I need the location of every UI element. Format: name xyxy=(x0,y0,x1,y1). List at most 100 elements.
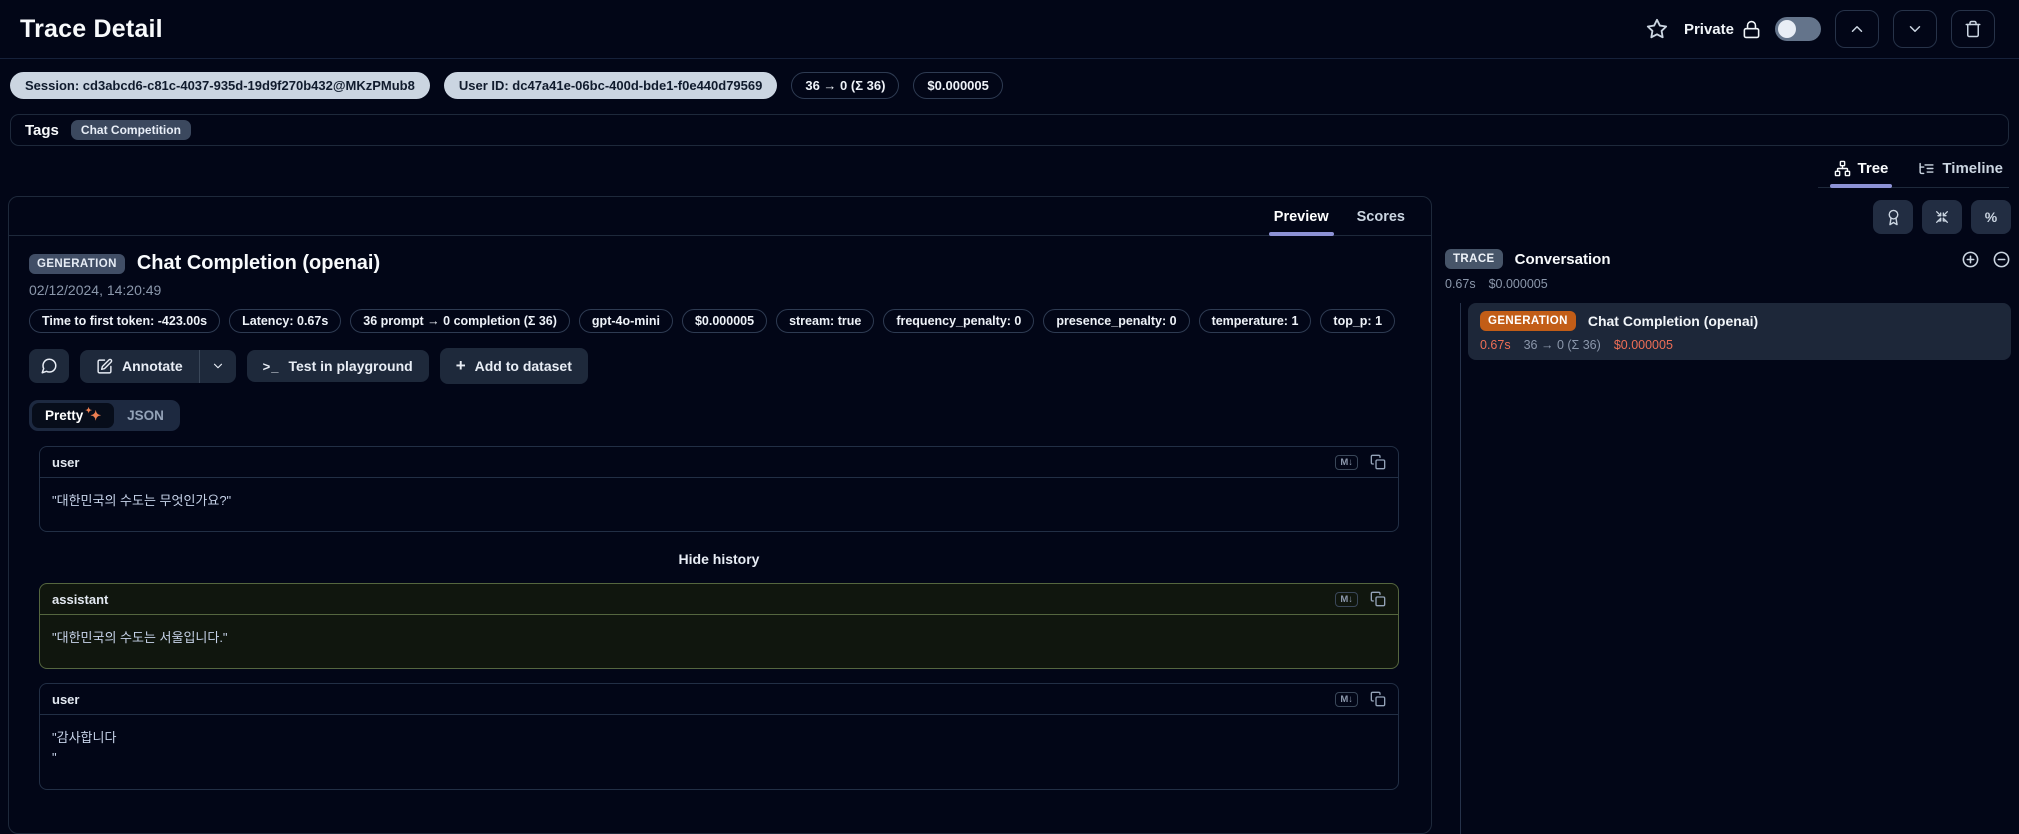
total-cost-badge: $0.000005 xyxy=(913,72,1003,99)
timeline-icon xyxy=(1918,160,1935,177)
badge-model[interactable]: gpt-4o-mini xyxy=(578,309,673,333)
collapse-tree-button[interactable] xyxy=(1922,200,1962,234)
tab-tree[interactable]: Tree xyxy=(1829,160,1893,188)
message-content: "대한민국의 수도는 무엇인가요?" xyxy=(52,493,232,508)
message-role: user xyxy=(52,454,80,470)
message-assistant: assistant M↓ "대한민국의 수도는 서울입니다." xyxy=(39,583,1399,670)
add-to-dataset-button[interactable]: + Add to dataset xyxy=(439,348,588,384)
add-to-dataset-label: Add to dataset xyxy=(474,358,572,374)
sparkle-small: ✦ xyxy=(85,405,92,415)
scores-toggle-button[interactable] xyxy=(1873,200,1913,234)
collapse-all-button[interactable] xyxy=(1992,250,2011,269)
badge-top-p: top_p: 1 xyxy=(1320,309,1396,333)
annotate-dropdown-button[interactable] xyxy=(199,349,236,383)
test-in-playground-button[interactable]: >_ Test in playground xyxy=(246,350,429,382)
badge-presence-penalty: presence_penalty: 0 xyxy=(1043,309,1190,333)
badge-cost: $0.000005 xyxy=(681,309,768,333)
tab-pretty[interactable]: Pretty ✦ ✦ xyxy=(32,403,115,428)
observation-type-badge: GENERATION xyxy=(29,253,125,274)
generation-latency: 0.67s xyxy=(1480,338,1511,352)
bookmark-button[interactable] xyxy=(1644,16,1670,42)
message-header: user M↓ xyxy=(40,447,1398,478)
tab-timeline[interactable]: Timeline xyxy=(1918,160,2003,177)
observation-timestamp: 02/12/2024, 14:20:49 xyxy=(29,282,162,298)
message-content: "감사합니다 " xyxy=(52,730,117,766)
collapse-icon xyxy=(1934,209,1950,225)
markdown-toggle-icon[interactable]: M↓ xyxy=(1335,591,1358,607)
copy-button[interactable] xyxy=(1370,691,1386,707)
topbar: Trace Detail Private xyxy=(0,0,2019,58)
meta-row: Session: cd3abcd6-c81c-4037-935d-19d9f27… xyxy=(0,59,2019,99)
circle-minus-icon xyxy=(1992,250,2011,269)
markdown-toggle-icon[interactable]: M↓ xyxy=(1335,691,1358,707)
trace-tree-sidebar: % TRACE Conversation 0.67s $0.000005 GEN… xyxy=(1445,196,2011,834)
message-header: assistant M↓ xyxy=(40,584,1398,616)
observation-header: GENERATION Chat Completion (openai) 02/1… xyxy=(9,236,1431,431)
comment-icon xyxy=(40,357,58,375)
chevron-down-icon xyxy=(211,359,225,373)
panel-tabs: Preview Scores xyxy=(9,197,1431,236)
circle-plus-icon xyxy=(1961,250,1980,269)
observation-badges: Time to first token: -423.00s Latency: 0… xyxy=(29,309,1411,333)
copy-button[interactable] xyxy=(1370,454,1386,470)
badge-latency: Latency: 0.67s xyxy=(229,309,342,333)
lock-icon xyxy=(1742,20,1761,39)
plus-icon: + xyxy=(455,356,466,375)
generation-type-badge: GENERATION xyxy=(1480,311,1576,331)
generation-tree-item[interactable]: GENERATION Chat Completion (openai) 0.67… xyxy=(1468,303,2011,360)
trace-type-badge: TRACE xyxy=(1445,249,1503,269)
generation-metrics: 0.67s 36 → 0 (Σ 36) $0.000005 xyxy=(1480,338,1999,352)
hide-history-button[interactable]: Hide history xyxy=(39,551,1399,567)
playground-label: Test in playground xyxy=(288,358,413,374)
tree-icon xyxy=(1834,160,1851,177)
page-title: Trace Detail xyxy=(20,14,163,43)
sparkles-icon: ✦ ✦ xyxy=(85,406,101,423)
trace-cost: $0.000005 xyxy=(1488,277,1548,291)
tree-children: GENERATION Chat Completion (openai) 0.67… xyxy=(1445,303,2011,834)
token-usage-badge: 36 → 0 (Σ 36) xyxy=(791,72,900,99)
message-role: user xyxy=(52,691,80,707)
toggle-knob xyxy=(1778,20,1796,38)
comments-button[interactable] xyxy=(29,349,69,383)
message-user-1: user M↓ "대한민국의 수도는 무엇인가요?" xyxy=(39,446,1399,533)
privacy-label: Private xyxy=(1684,20,1761,39)
tab-preview[interactable]: Preview xyxy=(1268,209,1334,236)
markdown-toggle-icon[interactable]: M↓ xyxy=(1335,454,1358,470)
award-icon xyxy=(1885,209,1902,226)
message-tools: M↓ xyxy=(1335,591,1386,607)
trace-latency: 0.67s xyxy=(1445,277,1476,291)
badge-temperature: temperature: 1 xyxy=(1198,309,1312,333)
messages-list: user M↓ "대한민국의 수도는 무엇인가요?" Hide history xyxy=(9,446,1431,790)
tag-chip[interactable]: Chat Competition xyxy=(70,120,191,140)
expand-all-button[interactable] xyxy=(1961,250,1980,269)
annotate-button[interactable]: Annotate xyxy=(80,349,199,383)
user-id-badge[interactable]: User ID: dc47a41e-06bc-400d-bde1-f0e440d… xyxy=(443,72,778,99)
trace-root-row[interactable]: TRACE Conversation xyxy=(1445,249,2011,269)
tags-container[interactable]: Tags Chat Competition xyxy=(10,114,2009,146)
session-badge[interactable]: Session: cd3abcd6-c81c-4037-935d-19d9f27… xyxy=(10,72,430,99)
message-header: user M↓ xyxy=(40,684,1398,716)
trace-root-metrics: 0.67s $0.000005 xyxy=(1445,277,2011,291)
trace-title: Conversation xyxy=(1514,250,1611,268)
public-toggle[interactable] xyxy=(1775,17,1821,41)
privacy-text: Private xyxy=(1683,20,1734,38)
observation-panel: Preview Scores GENERATION Chat Completio… xyxy=(8,196,1432,834)
previous-trace-button[interactable] xyxy=(1835,10,1879,48)
copy-button[interactable] xyxy=(1370,591,1386,607)
metrics-toggle-button[interactable]: % xyxy=(1971,200,2011,234)
badge-token-breakdown: 36 prompt → 0 completion (Σ 36) xyxy=(350,309,570,333)
message-tools: M↓ xyxy=(1335,454,1386,470)
tab-json[interactable]: JSON xyxy=(114,403,177,428)
badge-time-to-first-token: Time to first token: -423.00s xyxy=(29,309,221,333)
pretty-label: Pretty xyxy=(45,408,84,423)
delete-trace-button[interactable] xyxy=(1951,10,1995,48)
tab-scores[interactable]: Scores xyxy=(1357,209,1405,225)
topbar-actions: Private xyxy=(1644,10,1995,48)
observation-toolbar: Annotate >_ Test in playground + Add to xyxy=(29,348,1411,384)
star-icon xyxy=(1646,18,1668,40)
next-trace-button[interactable] xyxy=(1893,10,1937,48)
message-content: "대한민국의 수도는 서울입니다." xyxy=(52,630,228,646)
badge-stream: stream: true xyxy=(776,309,875,333)
message-user-2: user M↓ "감사합니다 " xyxy=(39,683,1399,790)
content-row: Preview Scores GENERATION Chat Completio… xyxy=(0,188,2019,834)
